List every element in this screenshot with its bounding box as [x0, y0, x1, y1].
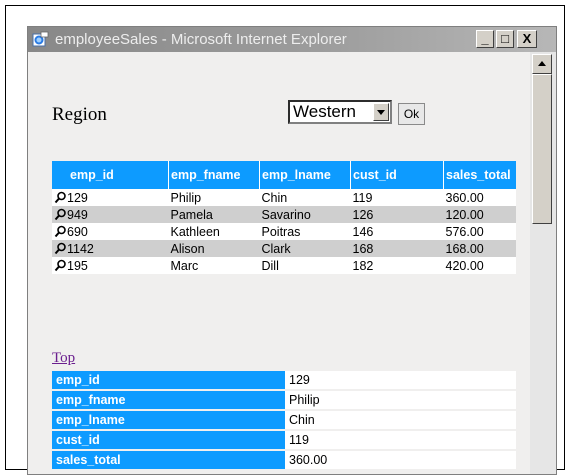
cust-id-cell: 119	[350, 189, 444, 206]
table-header-row: emp_id emp_fname emp_lname cust_id sales…	[52, 161, 516, 189]
detail-row: emp_fname Philip	[52, 390, 516, 411]
emp-lname-cell: Savarino	[259, 206, 351, 223]
magnifier-icon[interactable]	[54, 191, 67, 204]
page-content: Region Western Ok emp_id emp_fname emp_l…	[28, 52, 530, 474]
close-icon: X	[522, 31, 532, 46]
magnifier-icon[interactable]	[54, 225, 67, 238]
title-bar[interactable]: employeeSales - Microsoft Internet Explo…	[28, 27, 556, 52]
table-row[interactable]: 1142 Alison Clark 168 168.00	[52, 240, 516, 257]
detail-value: 119	[285, 430, 516, 451]
emp-lname-cell: Poitras	[259, 223, 351, 240]
detail-key: cust_id	[52, 430, 285, 451]
sales-total-cell: 168.00	[443, 240, 516, 257]
maximize-button[interactable]: □	[496, 30, 514, 48]
emp-fname-cell: Philip	[168, 189, 260, 206]
employee-sales-table: emp_id emp_fname emp_lname cust_id sales…	[52, 161, 516, 274]
table-row[interactable]: 129 Philip Chin 119 360.00	[52, 189, 516, 206]
detail-row: emp_lname Chin	[52, 410, 516, 431]
sales-total-cell: 120.00	[443, 206, 516, 223]
emp-id-cell[interactable]: 949	[52, 206, 169, 223]
top-link[interactable]: Top	[52, 350, 75, 367]
minimize-button[interactable]: _	[476, 30, 494, 48]
detail-key: emp_fname	[52, 390, 285, 411]
emp-id-cell[interactable]: 690	[52, 223, 169, 240]
detail-key: emp_lname	[52, 410, 285, 431]
detail-row: sales_total 360.00	[52, 450, 516, 471]
detail-key: sales_total	[52, 450, 285, 471]
vertical-scrollbar[interactable]	[529, 52, 556, 474]
header-emp-fname: emp_fname	[168, 161, 260, 189]
header-cust-id: cust_id	[350, 161, 444, 189]
detail-value: 360.00	[285, 450, 516, 471]
detail-value: Philip	[285, 390, 516, 411]
emp-id-cell[interactable]: 1142	[52, 240, 169, 257]
scroll-thumb[interactable]	[532, 74, 552, 224]
magnifier-icon[interactable]	[54, 208, 67, 221]
region-select[interactable]: Western	[288, 100, 392, 124]
magnifier-icon[interactable]	[54, 242, 67, 255]
region-selected-value: Western	[293, 102, 356, 121]
emp-id-cell[interactable]: 195	[52, 257, 169, 274]
header-sales-total: sales_total	[443, 161, 516, 189]
scroll-up-icon	[538, 61, 546, 66]
cust-id-cell: 126	[350, 206, 444, 223]
detail-key: emp_id	[52, 371, 285, 391]
sales-total-cell: 420.00	[443, 257, 516, 274]
emp-fname-cell: Alison	[168, 240, 260, 257]
header-emp-lname: emp_lname	[259, 161, 351, 189]
scroll-up-button[interactable]	[532, 54, 552, 74]
emp-id-cell[interactable]: 129	[52, 189, 169, 206]
cust-id-cell: 182	[350, 257, 444, 274]
cust-id-cell: 146	[350, 223, 444, 240]
dropdown-arrow-icon[interactable]	[373, 103, 389, 121]
detail-value: Chin	[285, 410, 516, 431]
table-row[interactable]: 690 Kathleen Poitras 146 576.00	[52, 223, 516, 240]
emp-lname-cell: Clark	[259, 240, 351, 257]
sales-total-cell: 576.00	[443, 223, 516, 240]
close-button[interactable]: X	[517, 30, 537, 48]
browser-window: employeeSales - Microsoft Internet Explo…	[27, 26, 557, 475]
emp-fname-cell: Marc	[168, 257, 260, 274]
minimize-icon: _	[481, 31, 489, 46]
ie-logo-icon	[32, 31, 49, 47]
magnifier-icon[interactable]	[54, 259, 67, 272]
table-row[interactable]: 195 Marc Dill 182 420.00	[52, 257, 516, 274]
region-label: Region	[52, 104, 107, 125]
emp-fname-cell: Pamela	[168, 206, 260, 223]
emp-fname-cell: Kathleen	[168, 223, 260, 240]
window-title: employeeSales - Microsoft Internet Explo…	[55, 31, 347, 48]
header-emp-id: emp_id	[52, 161, 169, 189]
detail-value: 129	[285, 371, 516, 391]
table-row[interactable]: 949 Pamela Savarino 126 120.00	[52, 206, 516, 223]
employee-detail-table: emp_id 129 emp_fname Philip emp_lname Ch…	[52, 371, 516, 471]
emp-lname-cell: Chin	[259, 189, 351, 206]
maximize-icon: □	[501, 31, 509, 46]
emp-lname-cell: Dill	[259, 257, 351, 274]
sales-total-cell: 360.00	[443, 189, 516, 206]
detail-row: emp_id 129	[52, 371, 516, 391]
ok-button[interactable]: Ok	[398, 103, 425, 125]
cust-id-cell: 168	[350, 240, 444, 257]
detail-row: cust_id 119	[52, 430, 516, 451]
